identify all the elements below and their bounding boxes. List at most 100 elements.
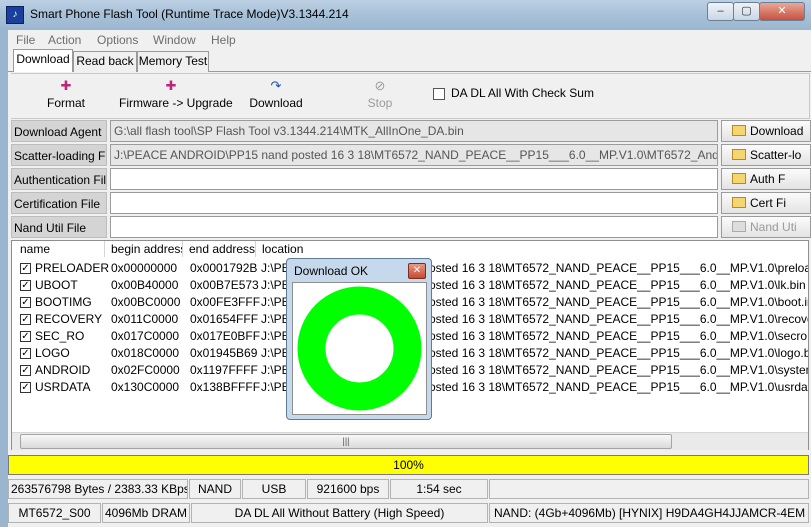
status-baud: 921600 bps bbox=[307, 479, 389, 499]
row-end-address: 0x01945B69 bbox=[190, 346, 258, 360]
scrollbar-thumb[interactable]: ||| bbox=[20, 434, 672, 449]
progress-bar: 100% bbox=[8, 455, 809, 475]
checksum-label: DA DL All With Check Sum bbox=[451, 86, 594, 100]
row-checkbox[interactable]: ✓ bbox=[20, 314, 31, 325]
app-icon: ♪ bbox=[6, 6, 24, 24]
download-icon: ↷ bbox=[270, 78, 282, 93]
row-name: USRDATA bbox=[35, 380, 91, 394]
row-begin-address: 0x017C0000 bbox=[111, 329, 180, 343]
checksum-checkbox[interactable] bbox=[433, 88, 445, 100]
download-agent-label: Download Agent bbox=[11, 120, 107, 142]
row-end-address: 0x01654FFF bbox=[190, 312, 259, 326]
firmware-upgrade-button[interactable]: ✚ Firmware -> Upgrade bbox=[119, 78, 233, 110]
status-transfer: 263576798 Bytes / 2383.33 KBps bbox=[8, 479, 188, 499]
auth-file-button[interactable]: Auth F bbox=[721, 168, 811, 190]
row-name: UBOOT bbox=[35, 278, 78, 292]
column-header-begin-address[interactable]: begin address bbox=[105, 241, 183, 257]
window-left-border bbox=[0, 30, 8, 527]
tab-download[interactable]: Download bbox=[13, 49, 73, 72]
row-checkbox[interactable]: ✓ bbox=[20, 331, 31, 342]
row-name: LOGO bbox=[35, 346, 70, 360]
progress-label: 100% bbox=[393, 458, 424, 472]
authentication-file-field[interactable] bbox=[110, 168, 718, 190]
close-icon[interactable]: ✕ bbox=[759, 2, 805, 21]
firmware-upgrade-label: Firmware -> Upgrade bbox=[119, 96, 233, 110]
row-name: RECOVERY bbox=[35, 312, 103, 326]
row-begin-address: 0x130C0000 bbox=[111, 380, 180, 394]
row-location: osted 16 3 18\MT6572_NAND_PEACE__PP15___… bbox=[429, 278, 806, 292]
cert-file-button[interactable]: Cert Fi bbox=[721, 192, 811, 214]
row-location: osted 16 3 18\MT6572_NAND_PEACE__PP15___… bbox=[429, 346, 808, 360]
folder-icon bbox=[732, 221, 746, 232]
row-checkbox[interactable]: ✓ bbox=[20, 263, 31, 274]
download-button[interactable]: ↷ Download bbox=[249, 78, 303, 110]
row-end-address: 0x0001792B bbox=[190, 261, 258, 275]
dialog-body bbox=[292, 282, 427, 415]
format-button[interactable]: ✚ Format bbox=[46, 78, 86, 110]
column-header-name[interactable]: name bbox=[14, 241, 105, 257]
row-location: osted 16 3 18\MT6572_NAND_PEACE__PP15___… bbox=[429, 380, 808, 394]
certification-file-field[interactable] bbox=[110, 192, 718, 214]
tab-read-back[interactable]: Read back bbox=[73, 51, 137, 72]
row-location: osted 16 3 18\MT6572_NAND_PEACE__PP15___… bbox=[429, 261, 808, 275]
nand-util-file-field[interactable] bbox=[110, 216, 718, 238]
status-chip: MT6572_S00 bbox=[8, 503, 101, 523]
tab-memory-test[interactable]: Memory Test bbox=[137, 51, 209, 72]
status-port: USB bbox=[242, 479, 306, 499]
status-empty bbox=[489, 479, 809, 499]
dialog-title: Download OK bbox=[294, 264, 369, 278]
scatter-file-field[interactable]: J:\PEACE ANDROID\PP15 nand posted 16 3 1… bbox=[110, 144, 718, 166]
row-begin-address: 0x011C0000 bbox=[111, 312, 179, 326]
row-begin-address: 0x00BC0000 bbox=[111, 295, 181, 309]
dialog-close-icon[interactable]: ✕ bbox=[408, 263, 426, 279]
nand-util-button[interactable]: Nand Uti bbox=[721, 216, 811, 238]
folder-icon bbox=[732, 149, 746, 160]
row-name: ANDROID bbox=[35, 363, 91, 377]
menu-options[interactable]: Options bbox=[97, 33, 138, 47]
row-location: osted 16 3 18\MT6572_NAND_PEACE__PP15___… bbox=[429, 363, 808, 377]
download-agent-button[interactable]: Download bbox=[721, 120, 811, 142]
scatter-file-button[interactable]: Scatter-lo bbox=[721, 144, 811, 166]
window-title: Smart Phone Flash Tool (Runtime Trace Mo… bbox=[30, 7, 349, 21]
auth-file-button-label: Auth F bbox=[750, 172, 786, 186]
row-location: osted 16 3 18\MT6572_NAND_PEACE__PP15___… bbox=[429, 329, 808, 343]
cert-file-button-label: Cert Fi bbox=[750, 196, 786, 210]
row-begin-address: 0x02FC0000 bbox=[111, 363, 180, 377]
row-begin-address: 0x00000000 bbox=[111, 261, 178, 275]
status-da-mode: DA DL All Without Battery (High Speed) bbox=[191, 503, 488, 523]
stop-button[interactable]: ⊘ Stop bbox=[362, 78, 398, 110]
status-nand-info: NAND: (4Gb+4096Mb) [HYNIX] H9DA4GH4JJAMC… bbox=[489, 503, 809, 523]
scatter-file-button-label: Scatter-lo bbox=[750, 148, 802, 162]
nand-util-button-label: Nand Uti bbox=[750, 220, 797, 234]
nand-util-file-label: Nand Util File bbox=[11, 216, 107, 238]
menu-action[interactable]: Action bbox=[48, 33, 81, 47]
row-checkbox[interactable]: ✓ bbox=[20, 280, 31, 291]
success-ring-icon bbox=[297, 286, 422, 411]
row-checkbox[interactable]: ✓ bbox=[20, 297, 31, 308]
column-header-location[interactable]: location bbox=[256, 241, 806, 257]
row-checkbox[interactable]: ✓ bbox=[20, 348, 31, 359]
menu-window[interactable]: Window bbox=[153, 33, 196, 47]
row-begin-address: 0x018C0000 bbox=[111, 346, 180, 360]
maximize-icon[interactable]: ▢ bbox=[733, 2, 760, 21]
row-end-address: 0x00FE3FFF bbox=[190, 295, 261, 309]
format-label: Format bbox=[46, 96, 85, 110]
download-agent-button-label: Download bbox=[750, 124, 804, 138]
scatter-file-label: Scatter-loading File bbox=[11, 144, 107, 166]
minimize-icon[interactable]: – bbox=[707, 2, 734, 21]
menu-help[interactable]: Help bbox=[211, 33, 236, 47]
authentication-file-label: Authentication File bbox=[11, 168, 107, 190]
row-end-address: 0x1197FFFF bbox=[190, 363, 258, 377]
format-icon: ✚ bbox=[60, 78, 72, 93]
download-agent-field[interactable]: G:\all flash tool\SP Flash Tool v3.1344.… bbox=[110, 120, 718, 142]
row-checkbox[interactable]: ✓ bbox=[20, 365, 31, 376]
column-header-end-address[interactable]: end address bbox=[183, 241, 256, 257]
row-begin-address: 0x00B40000 bbox=[111, 278, 179, 292]
stop-label: Stop bbox=[367, 96, 393, 110]
status-time: 1:54 sec bbox=[390, 479, 488, 499]
row-location: osted 16 3 18\MT6572_NAND_PEACE__PP15___… bbox=[429, 295, 808, 309]
certification-file-label: Certification File bbox=[11, 192, 107, 214]
menu-file[interactable]: File bbox=[16, 33, 35, 47]
row-location: osted 16 3 18\MT6572_NAND_PEACE__PP15___… bbox=[429, 312, 808, 326]
row-checkbox[interactable]: ✓ bbox=[20, 382, 31, 393]
